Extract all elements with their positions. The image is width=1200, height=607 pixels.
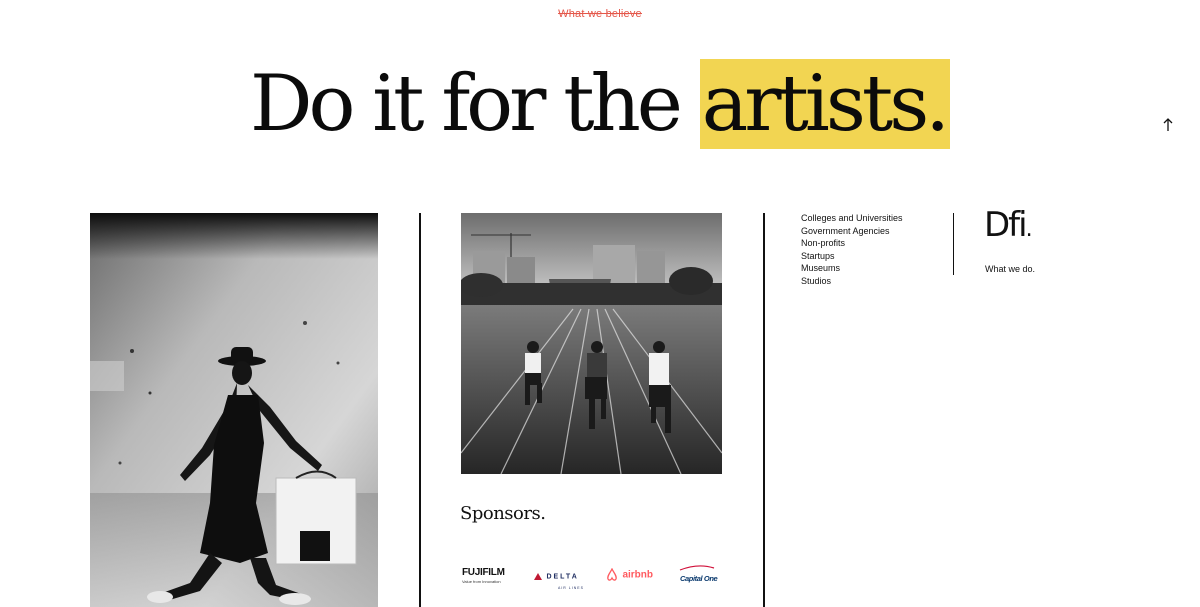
sponsor-logo-capital-one[interactable]: Capital One <box>679 565 718 586</box>
brand-wordmark: Dfi <box>984 205 1028 245</box>
what-we-believe-link[interactable]: What we believe <box>558 8 642 20</box>
capital-one-swoosh-icon <box>679 565 715 571</box>
column-divider-right <box>763 213 765 607</box>
airbnb-belo-icon <box>607 567 617 581</box>
capital-one-wordmark: Capital One <box>680 574 718 583</box>
sponsors-heading: Sponsors. <box>460 503 546 524</box>
delta-wordmark: DELTA <box>546 573 579 581</box>
column-divider-left <box>419 213 421 607</box>
menu-item-studios[interactable]: Studios <box>801 275 903 288</box>
what-we-do-label[interactable]: What we do. <box>985 264 1035 274</box>
airbnb-wordmark: airbnb <box>622 569 654 581</box>
menu-item-museums[interactable]: Museums <box>801 262 903 275</box>
services-menu: Colleges and Universities Government Age… <box>801 212 903 288</box>
sponsor-logo-fujifilm[interactable]: FUJIFILM Value from Innovation <box>462 567 505 584</box>
delta-widget-icon <box>534 573 542 581</box>
arrow-up-icon <box>1163 118 1173 131</box>
page: What we believe Do it for the artists. S… <box>0 0 1200 607</box>
headline-lead: Do it for the <box>249 59 700 149</box>
section-eyebrow[interactable]: What we believe <box>0 8 1200 20</box>
fujifilm-tagline: Value from Innovation <box>462 579 501 584</box>
sponsor-logo-airbnb[interactable]: airbnb <box>606 566 653 584</box>
brand-logo[interactable]: Dfi. <box>984 205 1033 245</box>
scroll-to-top-button[interactable] <box>1160 116 1176 134</box>
artist-walking-photo <box>90 213 378 607</box>
menu-item-non-profits[interactable]: Non-profits <box>801 237 903 250</box>
headline-highlight: artists. <box>699 59 950 149</box>
sponsor-logo-delta[interactable]: DELTA AIR LINES <box>534 568 584 590</box>
menu-item-colleges[interactable]: Colleges and Universities <box>801 212 903 225</box>
sponsor-logos: FUJIFILM Value from Innovation DELTA AIR… <box>460 562 722 590</box>
children-running-photo <box>461 213 722 474</box>
delta-tagline: AIR LINES <box>558 586 584 590</box>
brand-dot: . <box>1025 217 1033 242</box>
fujifilm-wordmark: FUJIFILM <box>462 567 505 578</box>
menu-item-government[interactable]: Government Agencies <box>801 225 903 238</box>
brand-divider <box>953 213 954 275</box>
menu-item-startups[interactable]: Startups <box>801 250 903 263</box>
headline: Do it for the artists. <box>0 52 1200 156</box>
